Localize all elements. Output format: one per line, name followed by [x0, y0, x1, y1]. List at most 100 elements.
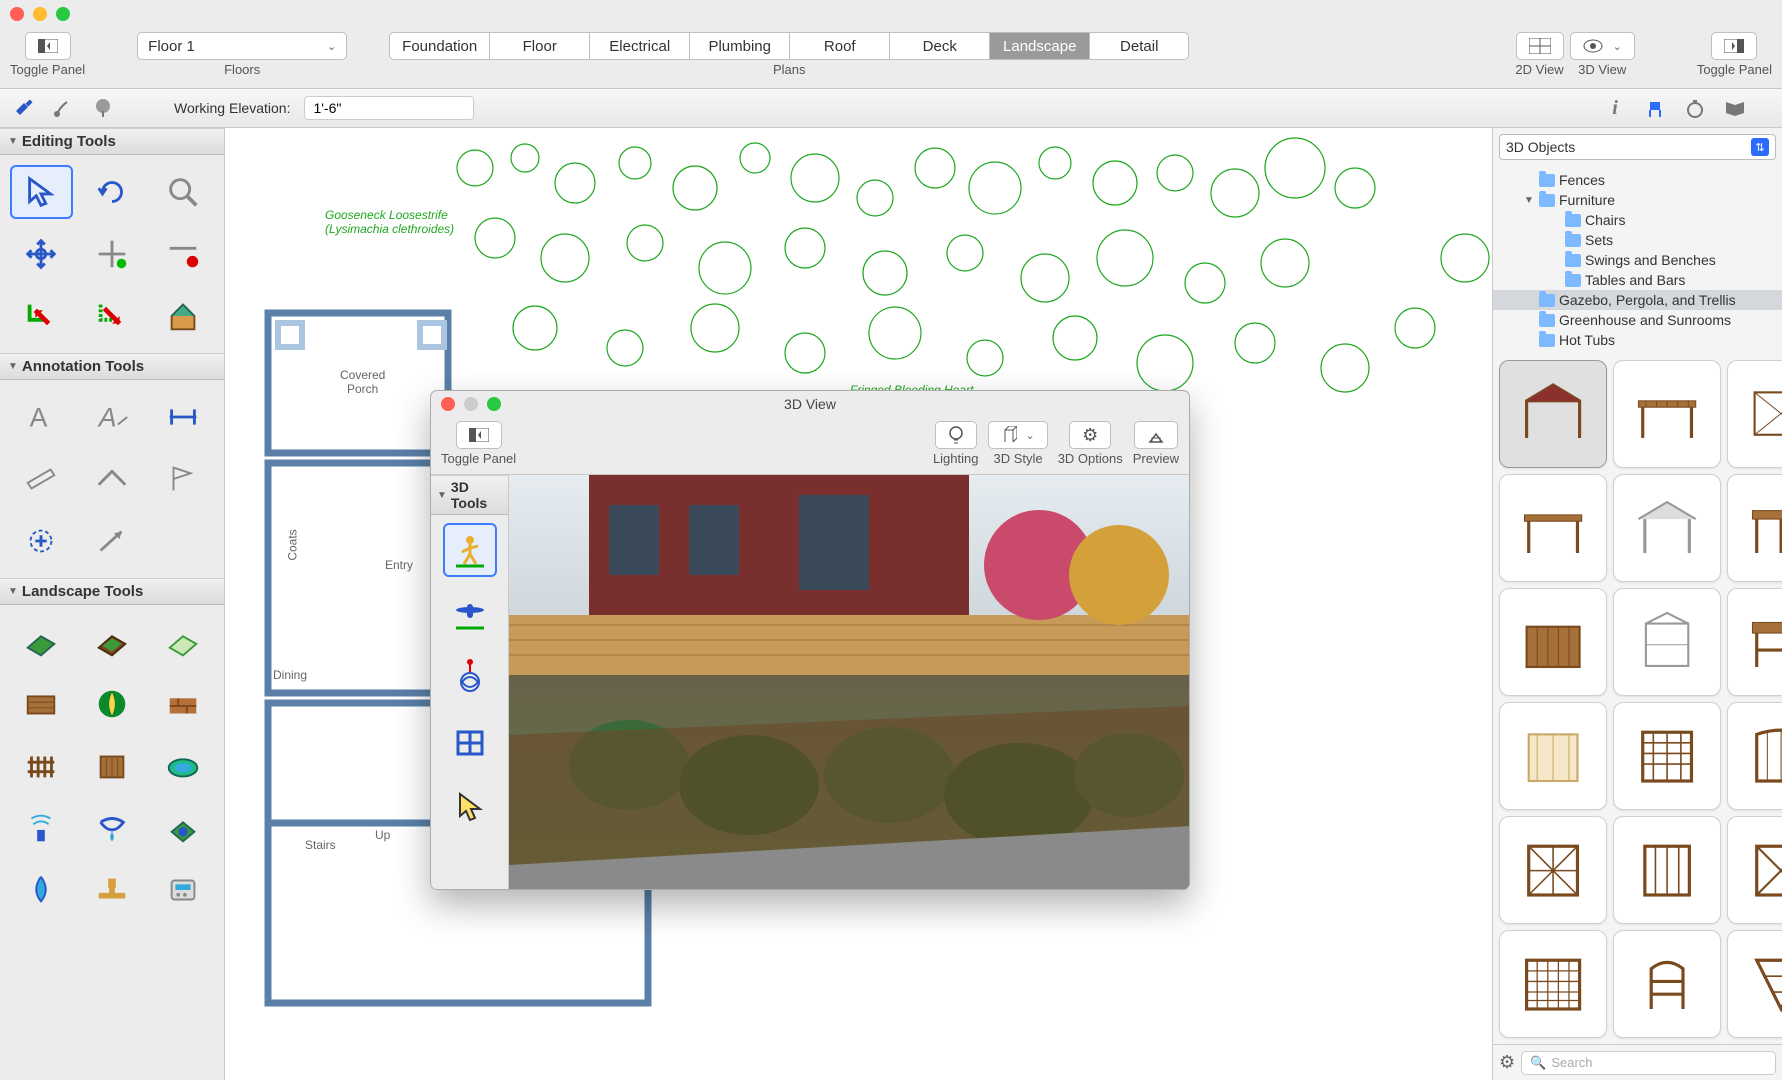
deck-tool[interactable] [10, 677, 73, 731]
tree-node-greenhouse-and-sunrooms[interactable]: Greenhouse and Sunrooms [1493, 310, 1782, 330]
snap-tool[interactable] [81, 227, 144, 281]
object-thumbnail[interactable] [1727, 588, 1782, 696]
lighting-button[interactable] [935, 421, 977, 449]
water-drop-tool[interactable] [10, 863, 73, 917]
gear-icon[interactable]: ⚙ [1499, 1052, 1515, 1073]
valve-tool[interactable] [81, 863, 144, 917]
3d-style-button[interactable]: ⌄ [988, 421, 1047, 449]
lawn-tool[interactable] [10, 615, 73, 669]
compass-tool[interactable] [81, 677, 144, 731]
tree-node-hot-tubs[interactable]: Hot Tubs [1493, 330, 1782, 350]
arrow-tool[interactable] [81, 514, 144, 568]
3d-titlebar[interactable]: 3D View [431, 391, 1189, 417]
view-2d-button[interactable] [1516, 32, 1564, 60]
select-3d-tool[interactable] [443, 779, 497, 833]
object-thumbnail[interactable] [1499, 930, 1607, 1038]
landscape-tools-header[interactable]: Landscape Tools [0, 578, 224, 605]
tree-node-fences[interactable]: Fences [1493, 170, 1782, 190]
select-tool[interactable] [10, 165, 73, 219]
pan-tool[interactable] [10, 227, 73, 281]
object-thumbnail[interactable] [1727, 816, 1782, 924]
library-search-input[interactable]: 🔍 Search [1521, 1051, 1776, 1075]
maximize-icon[interactable] [56, 7, 70, 21]
object-thumbnail[interactable] [1613, 360, 1721, 468]
tree-node-tables-and-bars[interactable]: Tables and Bars [1493, 270, 1782, 290]
object-thumbnail[interactable] [1499, 588, 1607, 696]
tree-node-furniture[interactable]: ▼Furniture [1493, 190, 1782, 210]
tree-node-chairs[interactable]: Chairs [1493, 210, 1782, 230]
plan-tab-plumbing[interactable]: Plumbing [689, 32, 789, 60]
record-tool[interactable] [151, 227, 214, 281]
sprinkler-tool[interactable] [10, 801, 73, 855]
tree-node-sets[interactable]: Sets [1493, 230, 1782, 250]
plan-tab-floor[interactable]: Floor [489, 32, 589, 60]
3d-options-button[interactable]: ⚙ [1069, 421, 1111, 449]
maximize-icon[interactable] [487, 397, 501, 411]
object-thumbnail[interactable] [1727, 702, 1782, 810]
close-icon[interactable] [441, 397, 455, 411]
fence-picket-tool[interactable] [10, 739, 73, 793]
3d-toggle-panel-button[interactable] [456, 421, 502, 449]
zoom-tool[interactable] [151, 165, 214, 219]
text-italic-tool[interactable]: A [81, 390, 144, 444]
3d-viewport[interactable] [509, 475, 1189, 889]
plan-tab-landscape[interactable]: Landscape [989, 32, 1089, 60]
corner-in-tool[interactable] [10, 289, 73, 343]
close-icon[interactable] [10, 7, 24, 21]
rotate-tool[interactable] [81, 165, 144, 219]
revision-cloud-tool[interactable] [10, 514, 73, 568]
preview-button[interactable] [1134, 421, 1178, 449]
object-thumbnail[interactable] [1613, 930, 1721, 1038]
floor-select[interactable]: Floor 1 ⌄ [137, 32, 347, 60]
path-tool[interactable] [151, 615, 214, 669]
object-thumbnail[interactable] [1727, 930, 1782, 1038]
object-thumbnail[interactable] [1613, 474, 1721, 582]
dimension-tool[interactable] [151, 390, 214, 444]
plan-tab-electrical[interactable]: Electrical [589, 32, 689, 60]
object-thumbnail[interactable] [1613, 588, 1721, 696]
plan-tab-foundation[interactable]: Foundation [389, 32, 489, 60]
minimize-icon[interactable] [464, 397, 478, 411]
bed-tool[interactable] [81, 615, 144, 669]
floorplan-3d-tool[interactable] [443, 715, 497, 769]
tree-node-gazebo-pergola-and-trellis[interactable]: Gazebo, Pergola, and Trellis [1493, 290, 1782, 310]
chair-icon[interactable] [1642, 95, 1668, 121]
elevation-input[interactable] [304, 96, 474, 120]
flag-tool[interactable] [151, 452, 214, 506]
corner-out-tool[interactable] [81, 289, 144, 343]
info-icon[interactable]: i [1602, 95, 1628, 121]
plan-tab-deck[interactable]: Deck [889, 32, 989, 60]
stopwatch-icon[interactable] [1682, 95, 1708, 121]
object-thumbnail[interactable] [1613, 702, 1721, 810]
orbit-tool[interactable] [443, 651, 497, 705]
object-thumbnail[interactable] [1727, 474, 1782, 582]
object-thumbnail[interactable] [1727, 360, 1782, 468]
object-thumbnail[interactable] [1499, 702, 1607, 810]
plan-tab-roof[interactable]: Roof [789, 32, 889, 60]
toggle-right-panel-button[interactable] [1711, 32, 1757, 60]
object-thumbnail[interactable] [1499, 816, 1607, 924]
drip-tool[interactable] [81, 801, 144, 855]
tape-tool[interactable] [10, 452, 73, 506]
book-icon[interactable] [1722, 95, 1748, 121]
tree-node-swings-and-benches[interactable]: Swings and Benches [1493, 250, 1782, 270]
controller-tool[interactable] [151, 863, 214, 917]
minimize-icon[interactable] [33, 7, 47, 21]
tree-icon[interactable] [90, 95, 116, 121]
fly-tool[interactable] [443, 587, 497, 641]
text-tool[interactable]: A [10, 390, 73, 444]
view-3d-button[interactable]: ⌄ [1570, 32, 1635, 60]
object-thumbnail[interactable] [1499, 474, 1607, 582]
editing-tools-header[interactable]: Editing Tools [0, 128, 224, 155]
object-thumbnail[interactable] [1613, 816, 1721, 924]
3d-tools-header[interactable]: 3D Tools [431, 475, 508, 515]
drain-tool[interactable] [151, 801, 214, 855]
object-thumbnail[interactable] [1499, 360, 1607, 468]
brush-icon[interactable] [50, 95, 76, 121]
library-type-select[interactable]: 3D Objects ⇅ [1499, 134, 1776, 160]
house-tool[interactable] [151, 289, 214, 343]
walk-tool[interactable] [443, 523, 497, 577]
toggle-left-panel-button[interactable] [25, 32, 71, 60]
wall-tool[interactable] [151, 677, 214, 731]
hammer-icon[interactable] [10, 95, 36, 121]
